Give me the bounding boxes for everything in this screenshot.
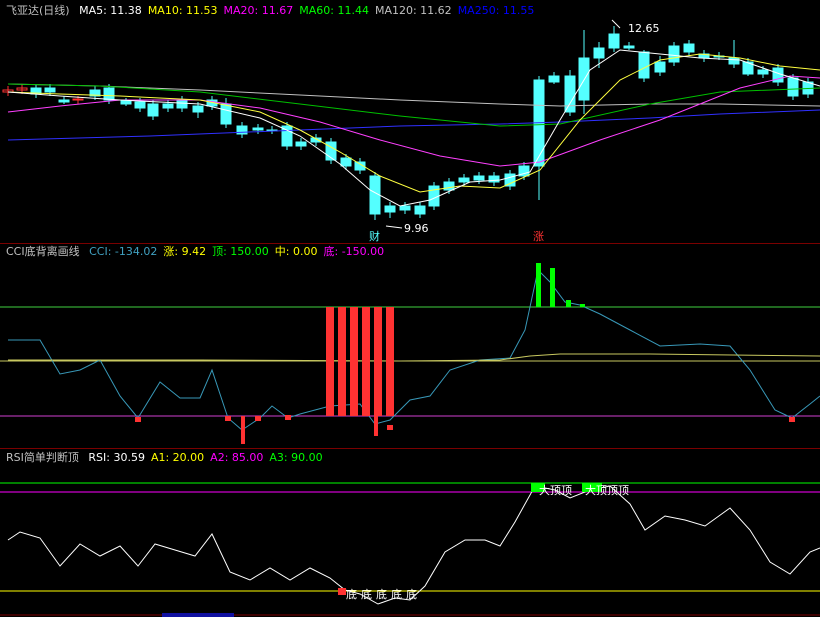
cci-red-bar — [241, 416, 245, 444]
candle-body — [638, 51, 650, 79]
rsi-top-label: 大顶顶顶 — [585, 483, 629, 497]
cci-red-dot — [387, 425, 393, 430]
candle-body — [220, 103, 232, 125]
candle-body — [504, 173, 516, 187]
cci-red-bar — [374, 416, 378, 436]
candle-body — [192, 105, 204, 113]
candle-body — [593, 47, 605, 59]
high-pointer — [611, 19, 621, 29]
candle-body — [176, 99, 188, 109]
candle-body — [578, 57, 590, 101]
candle-body — [458, 177, 470, 183]
low-price-label: 9.96 — [404, 222, 429, 235]
cci-red-bar — [338, 307, 346, 416]
candle-body — [103, 87, 115, 101]
ma250-line — [7, 109, 820, 141]
candle-body — [414, 205, 426, 215]
cci-red-bar — [386, 307, 394, 416]
candle-body — [683, 43, 695, 53]
rsi-bottom-label: 底 — [361, 587, 372, 601]
cci-line — [8, 268, 820, 431]
low-pointer — [385, 225, 403, 229]
candle-body — [608, 33, 620, 49]
x-axis-date-highlight — [162, 613, 234, 617]
candle-body — [757, 69, 769, 75]
rsi-bottom-label: 底 — [376, 587, 387, 601]
candle-body — [787, 77, 799, 97]
cci-green-bar — [536, 263, 541, 307]
cci-red-dot — [135, 417, 141, 422]
candle-body — [384, 205, 396, 213]
cci-signal-line — [8, 353, 820, 362]
cci-red-bar — [326, 307, 334, 416]
cci-panel — [0, 263, 820, 444]
cci-red-dot — [285, 415, 291, 420]
candle-body — [162, 103, 174, 109]
cci-red-bar — [362, 307, 370, 416]
candle-body — [443, 181, 455, 191]
main-price-panel — [2, 19, 820, 229]
cci-red-dot — [255, 416, 261, 421]
rsi-bottom-label: 底 — [406, 587, 417, 601]
cci-green-bar — [566, 300, 571, 307]
candle-body — [399, 205, 411, 211]
cci-red-dot — [789, 417, 795, 422]
event-marker-zhang[interactable]: 涨 — [533, 230, 544, 243]
candle-body — [548, 75, 560, 83]
candle-body — [473, 175, 485, 181]
candle-body — [654, 61, 666, 73]
rsi-bottom-marker — [338, 588, 346, 595]
candle-body — [295, 141, 307, 147]
candle-body — [134, 101, 146, 109]
high-price-label: 12.65 — [628, 22, 660, 35]
candle-body — [44, 87, 56, 93]
candle-body — [340, 157, 352, 167]
candle-body — [668, 45, 680, 63]
candle-body — [147, 103, 159, 117]
candle-body — [252, 127, 264, 131]
ma5-line — [7, 49, 820, 207]
candle-body — [728, 57, 740, 65]
cci-green-bar — [580, 304, 585, 307]
ma10-line — [7, 53, 820, 193]
candle-body — [58, 99, 70, 103]
cci-green-bar — [550, 268, 555, 307]
kline-chart[interactable]: 12.65 9.96 财 涨 大顶顶 大顶顶顶 底 底 底 底 底 — [0, 0, 820, 617]
event-marker-cai[interactable]: 财 — [369, 229, 380, 243]
cci-red-dot — [225, 416, 231, 421]
cci-red-bar — [350, 307, 358, 416]
rsi-bottom-label: 底 — [346, 587, 357, 601]
rsi-top-label: 大顶顶 — [539, 483, 572, 497]
candle-body — [564, 75, 576, 113]
candle-body — [72, 98, 84, 101]
ma20-line — [7, 75, 820, 167]
rsi-line — [7, 485, 820, 605]
rsi-bottom-label: 底 — [391, 587, 402, 601]
cci-red-bar — [374, 307, 382, 416]
candle-body — [623, 45, 635, 49]
